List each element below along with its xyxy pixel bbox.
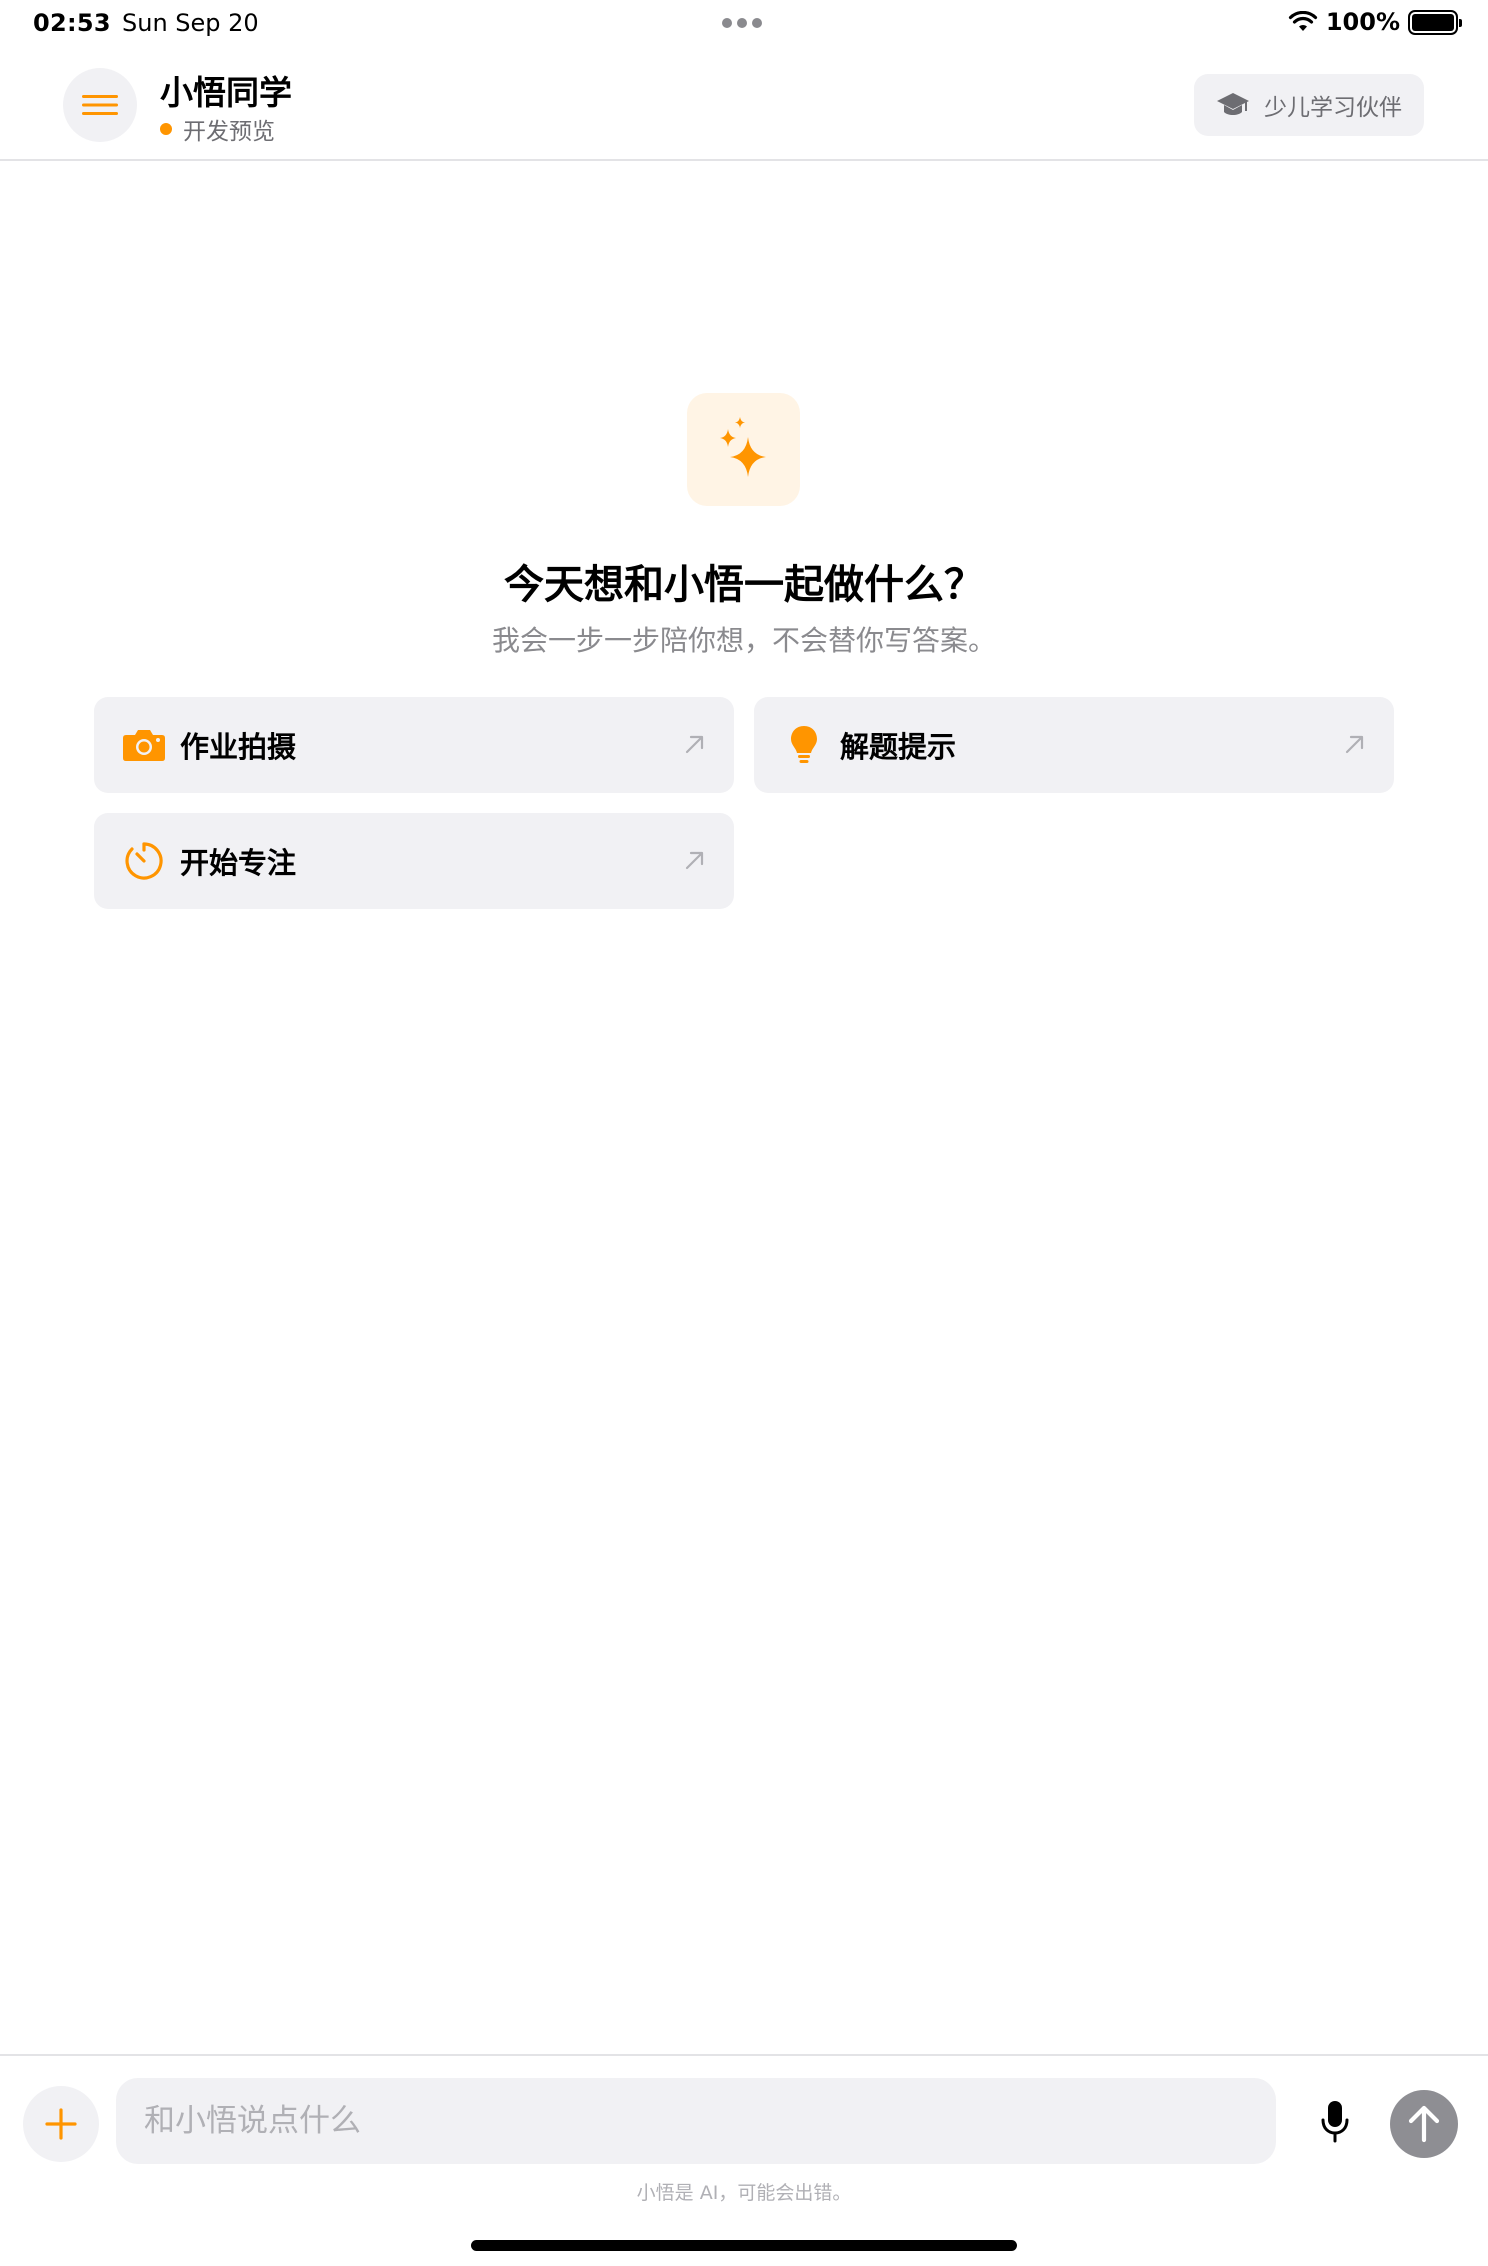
battery-percentage: 100% [1325,8,1400,36]
graduation-cap-icon [1217,93,1249,115]
homework-photo-button[interactable]: 作业拍摄 [94,697,734,793]
camera-icon [122,723,166,767]
message-composer: 小悟是 AI，可能会出错。 [0,2054,1488,2266]
welcome-heading: 今天想和小悟一起做什么？ [504,562,984,608]
add-attachment-button[interactable] [23,2086,99,2162]
status-time: 02:53 [33,9,111,37]
app-screen: 02:53 Sun Sep 20 100% 小悟同学 开发预览 少儿学习伙伴 今… [0,0,1488,2266]
solution-hint-label: 解题提示 [840,730,957,764]
arrow-up-icon [1408,2105,1440,2143]
menu-button[interactable] [63,68,137,142]
status-indicators: 100% [1288,8,1462,36]
homework-photo-label: 作业拍摄 [180,730,297,764]
arrow-up-right-icon [685,851,704,870]
wifi-icon [1288,11,1317,31]
status-date: Sun Sep 20 [122,9,259,37]
voice-input-button[interactable] [1310,2092,1360,2152]
arrow-up-right-icon [685,735,704,754]
plus-icon [45,2108,77,2140]
sparkles-icon [719,416,766,477]
start-focus-button[interactable]: 开始专注 [94,813,734,909]
timer-icon [122,839,166,883]
hamburger-menu-icon [82,95,118,115]
message-input[interactable] [116,2078,1276,2164]
welcome-subheading: 我会一步一步陪你想，不会替你写答案。 [491,624,996,657]
home-indicator[interactable] [471,2240,1017,2251]
lightbulb-icon [782,723,826,767]
battery-icon [1408,9,1462,35]
arrow-up-right-icon [1345,735,1364,754]
status-bar: 02:53 Sun Sep 20 100% [0,0,1488,48]
page-title: 小悟同学 [160,73,292,112]
microphone-icon [1321,2101,1349,2143]
status-dot-icon [160,123,172,135]
app-header: 小悟同学 开发预览 少儿学习伙伴 [0,48,1488,161]
build-status-label: 开发预览 [183,119,275,145]
sparkles-badge [687,393,800,506]
send-button[interactable] [1390,2090,1458,2158]
solution-hint-button[interactable]: 解题提示 [754,697,1394,793]
build-status: 开发预览 [160,112,275,146]
multitask-dots-icon[interactable] [722,18,762,28]
learning-mode-label: 少儿学习伙伴 [1264,95,1402,121]
ai-disclaimer: 小悟是 AI，可能会出错。 [636,2182,852,2204]
start-focus-label: 开始专注 [180,846,297,880]
learning-mode-button[interactable]: 少儿学习伙伴 [1194,74,1424,136]
